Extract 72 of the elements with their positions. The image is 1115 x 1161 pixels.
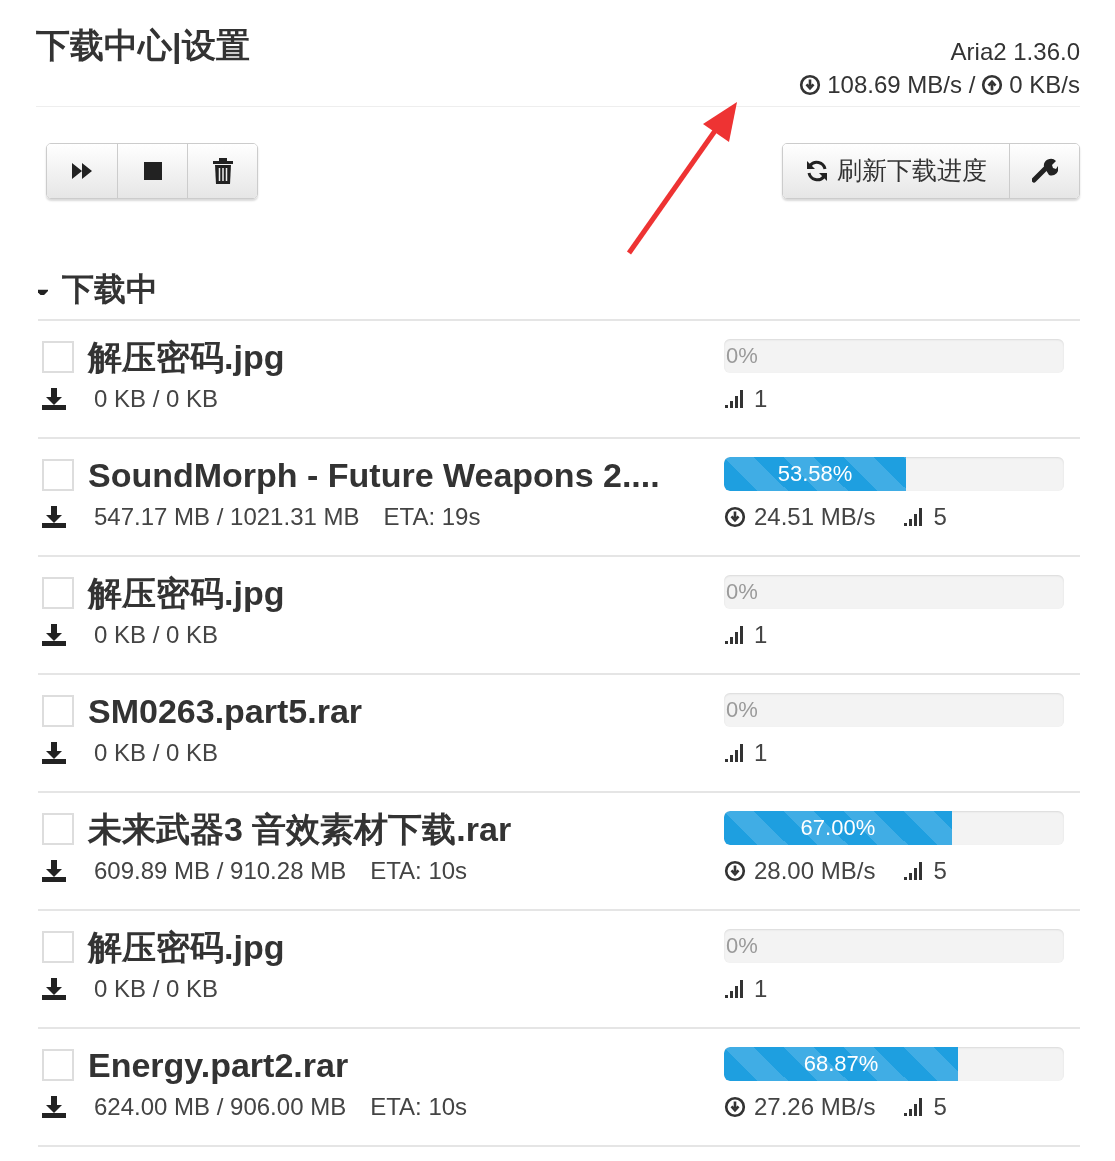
upload-speed-icon bbox=[981, 74, 1004, 96]
file-speed: 24.51 MB/s bbox=[754, 502, 876, 532]
file-size: 609.89 MB / 910.28 MB bbox=[94, 856, 347, 886]
progress-percent: 0% bbox=[725, 696, 758, 724]
connection-count: 1 bbox=[754, 620, 768, 650]
download-icon bbox=[42, 1096, 66, 1118]
signal-icon bbox=[724, 625, 746, 645]
file-size: 0 KB / 0 KB bbox=[94, 620, 219, 650]
signal-icon bbox=[724, 743, 746, 763]
download-icon bbox=[42, 388, 66, 410]
section-title: 下载中 bbox=[62, 273, 158, 305]
eta-label: ETA: 10s bbox=[370, 856, 468, 886]
stop-icon bbox=[143, 162, 162, 180]
trash-icon bbox=[211, 158, 234, 184]
download-speed-icon bbox=[724, 860, 746, 882]
file-speed: 27.26 MB/s bbox=[754, 1092, 876, 1122]
connection-count: 1 bbox=[754, 384, 768, 414]
file-size: 624.00 MB / 906.00 MB bbox=[94, 1092, 347, 1122]
version-label: Aria2 1.36.0 bbox=[950, 37, 1080, 67]
connection-count: 5 bbox=[933, 1092, 947, 1122]
file-name: 解压密码.jpg bbox=[88, 927, 285, 967]
upload-speed: 0 KB/s bbox=[1009, 70, 1080, 100]
progress-percent: 68.87% bbox=[802, 1050, 880, 1078]
progress-percent: 0% bbox=[725, 342, 758, 370]
download-icon bbox=[42, 978, 66, 1000]
eta-label: ETA: 19s bbox=[383, 502, 481, 532]
progress-percent: 53.58% bbox=[776, 460, 854, 488]
file-name: 解压密码.jpg bbox=[88, 573, 285, 613]
download-icon bbox=[42, 742, 66, 764]
settings-button[interactable] bbox=[1009, 144, 1079, 198]
file-speed: 28.00 MB/s bbox=[754, 856, 876, 886]
wrench-icon bbox=[1031, 158, 1058, 184]
row-checkbox[interactable] bbox=[42, 931, 74, 963]
progress-percent: 0% bbox=[725, 932, 758, 960]
stop-button[interactable] bbox=[117, 144, 187, 198]
progress-percent: 0% bbox=[725, 578, 758, 606]
download-icon bbox=[42, 506, 66, 528]
connection-count: 1 bbox=[754, 974, 768, 1004]
fast-forward-icon bbox=[71, 161, 93, 181]
refresh-button[interactable]: 刷新下载进度 bbox=[783, 144, 1009, 198]
signal-icon bbox=[724, 389, 746, 409]
download-speed: 108.69 MB/s / bbox=[827, 70, 976, 100]
file-size: 0 KB / 0 KB bbox=[94, 974, 219, 1004]
file-size: 0 KB / 0 KB bbox=[94, 384, 219, 414]
file-size: 0 KB / 0 KB bbox=[94, 738, 219, 768]
row-checkbox[interactable] bbox=[42, 813, 74, 845]
progress-percent: 67.00% bbox=[799, 814, 877, 842]
download-icon bbox=[42, 624, 66, 646]
file-name: SM0263.part5.rar bbox=[88, 691, 363, 731]
refresh-icon bbox=[805, 159, 829, 183]
row-checkbox[interactable] bbox=[42, 341, 74, 373]
eta-label: ETA: 10s bbox=[370, 1092, 468, 1122]
row-checkbox[interactable] bbox=[42, 577, 74, 609]
file-name: SoundMorph - Future Weapons 2.... bbox=[88, 455, 660, 495]
download-speed-icon bbox=[799, 74, 822, 96]
row-checkbox[interactable] bbox=[42, 459, 74, 491]
file-name: 解压密码.jpg bbox=[88, 337, 285, 377]
resume-button[interactable] bbox=[47, 144, 117, 198]
connection-count: 5 bbox=[933, 856, 947, 886]
download-speed-icon bbox=[724, 506, 746, 528]
row-checkbox[interactable] bbox=[42, 1049, 74, 1081]
signal-icon bbox=[724, 979, 746, 999]
download-icon bbox=[42, 860, 66, 882]
page-title: 下载中心|设置 bbox=[36, 28, 250, 62]
file-size: 547.17 MB / 1021.31 MB bbox=[94, 502, 360, 532]
delete-button[interactable] bbox=[187, 144, 257, 198]
row-checkbox[interactable] bbox=[42, 695, 74, 727]
file-name: Energy.part2.rar bbox=[88, 1045, 349, 1085]
download-speed-icon bbox=[724, 1096, 746, 1118]
file-name: 未来武器3 音效素材下载.rar bbox=[88, 809, 512, 849]
connection-count: 5 bbox=[933, 502, 947, 532]
connection-count: 1 bbox=[754, 738, 768, 768]
